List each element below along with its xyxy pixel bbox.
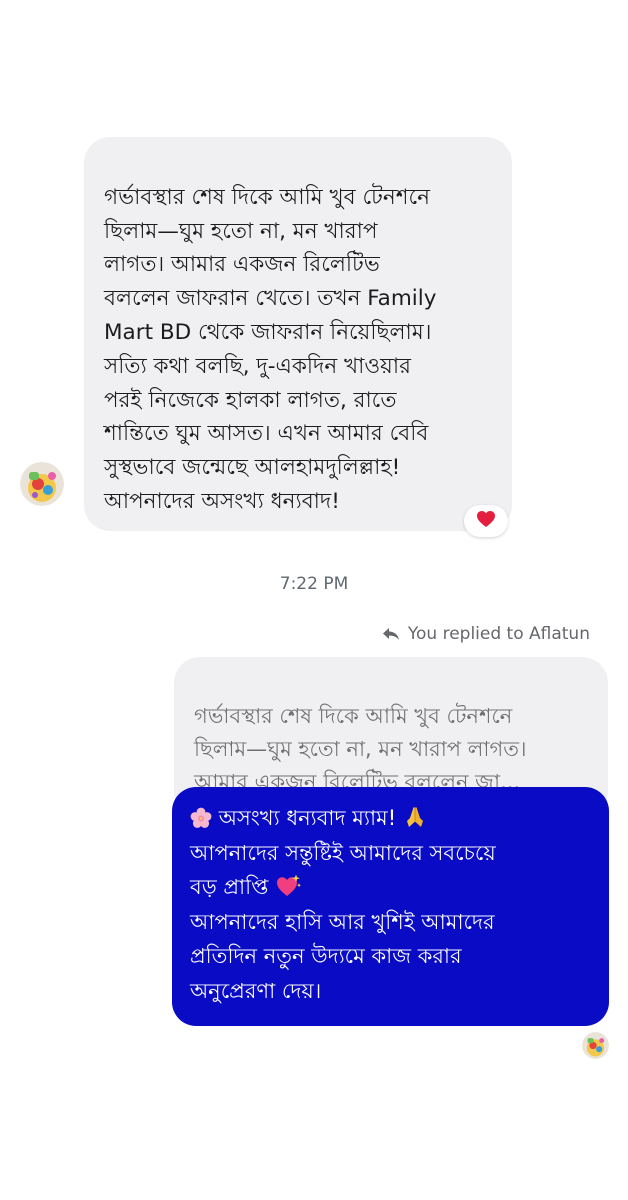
sender-avatar[interactable] [20,462,64,506]
outgoing-line-6: অনুপ্রেরণা দেয়। [190,978,322,1003]
reply-header: You replied to Aflatun [382,624,590,644]
outgoing-line-4: আপনাদের হাসি আর খুশিই আমাদের [190,909,495,934]
outgoing-line-5: প্রতিদিন নতুন উদ্যমে কাজ করার [190,944,462,968]
sparkling-heart-icon [275,874,302,898]
cherry-blossom-icon [190,807,212,829]
message-timestamp: 7:22 PM [279,574,349,594]
reply-arrow-icon [382,627,400,641]
outgoing-line-3: বড় প্রাপ্তি [190,870,593,905]
incoming-message-text: গর্ভাবস্থার শেষ দিকে আমি খুব টেনশনে ছিলা… [104,184,437,514]
seen-receipt-avatar [582,1032,609,1059]
outgoing-line-1: অসংখ্য ধন্যবাদ ম্যাম! [190,801,593,836]
outgoing-line-3-text: বড় প্রাপ্তি [190,875,269,899]
outgoing-message-bubble[interactable]: অসংখ্য ধন্যবাদ ম্যাম! আপনাদের সন্তুষ্টিই… [172,787,609,1026]
reply-header-text: You replied to Aflatun [407,624,590,644]
incoming-message-bubble[interactable]: গর্ভাবস্থার শেষ দিকে আমি খুব টেনশনে ছিলা… [84,137,512,531]
outgoing-line-1-text: অসংখ্য ধন্যবাদ ম্যাম! [218,806,397,830]
outgoing-line-2: আপনাদের সন্তুষ্টিই আমাদের সবচেয়ে [190,840,496,865]
quoted-message-text: গর্ভাবস্থার শেষ দিকে আমি খুব টেনশনে ছিলা… [194,704,527,794]
heart-icon [476,510,496,532]
folded-hands-icon [403,805,427,829]
message-reaction[interactable] [464,505,508,537]
